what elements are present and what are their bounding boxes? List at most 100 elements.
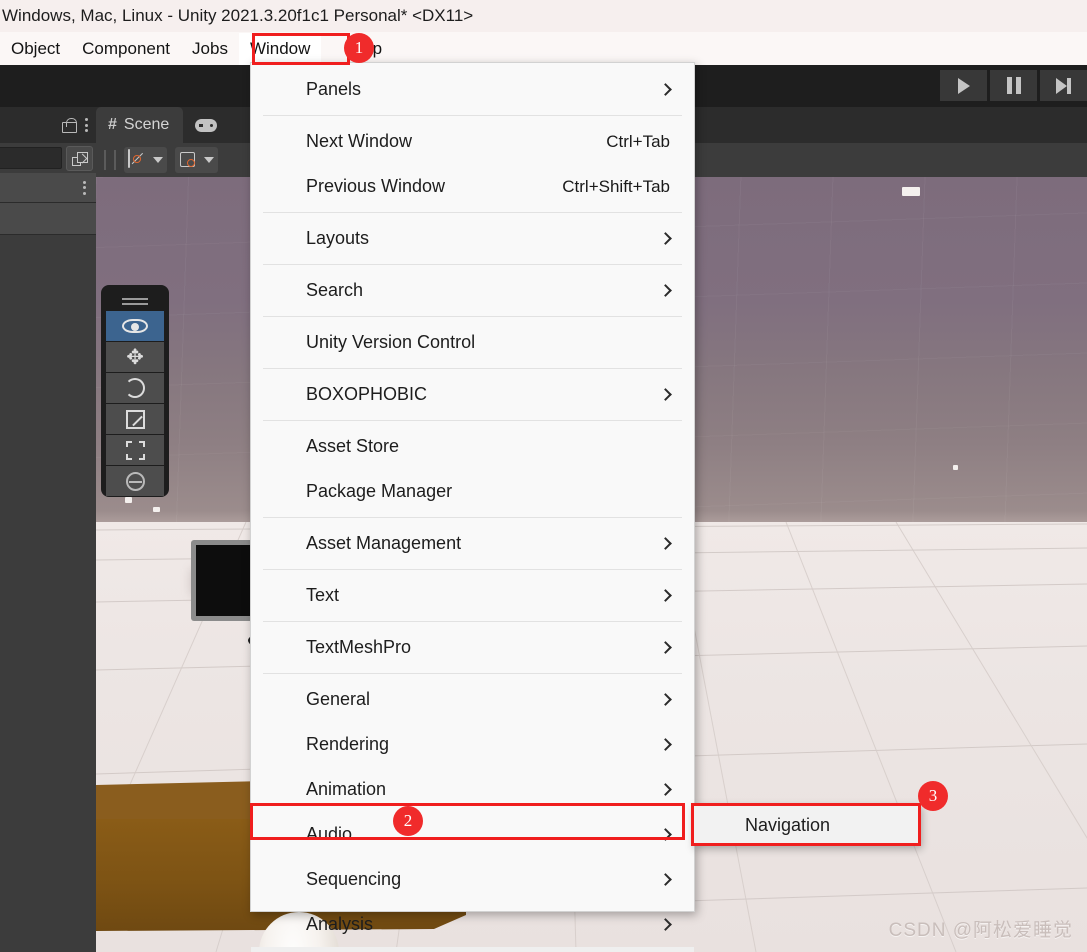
menu-item-label: Previous Window: [306, 176, 446, 196]
menu-item-unity-version-control[interactable]: Unity Version Control: [251, 320, 694, 365]
menu-item-boxophobic[interactable]: BOXOPHOBIC: [251, 372, 694, 417]
menu-separator: [263, 621, 682, 622]
menu-item-label: Unity Version Control: [306, 332, 476, 352]
menu-item-general[interactable]: General: [251, 677, 694, 722]
inspector-row-options[interactable]: [0, 173, 96, 203]
menu-item-ai[interactable]: AI: [251, 947, 694, 952]
lock-icon[interactable]: [62, 117, 77, 133]
kebab-menu-icon[interactable]: [85, 118, 88, 132]
transform-icon: [125, 471, 145, 491]
inspector-panel-header: [0, 107, 96, 143]
application-menubar: Object Component Jobs Window elp: [0, 32, 1087, 65]
chevron-down-icon: [153, 157, 163, 163]
popout-button[interactable]: [66, 146, 93, 171]
menubar-item-object[interactable]: Object: [0, 33, 71, 65]
scale-icon: [125, 409, 145, 429]
menu-item-asset-store[interactable]: Asset Store: [251, 424, 694, 469]
move-arrows-icon: ✥: [126, 345, 144, 369]
unity-editor-screenshot: Windows, Mac, Linux - Unity 2021.3.20f1c…: [0, 0, 1087, 952]
rotate-tool[interactable]: [106, 372, 164, 403]
tab-scene-label: Scene: [123, 116, 170, 133]
scale-tool[interactable]: [106, 403, 164, 434]
transform-tool[interactable]: [106, 465, 164, 496]
menu-separator: [263, 517, 682, 518]
step-icon: [1056, 77, 1071, 94]
inspector-row: [0, 203, 96, 235]
menu-item-package-manager[interactable]: Package Manager: [251, 469, 694, 514]
menu-separator: [263, 368, 682, 369]
menu-item-layouts[interactable]: Layouts: [251, 216, 694, 261]
scene-spark: [953, 465, 958, 470]
menubar-item-window[interactable]: Window: [238, 32, 322, 65]
menubar-item-component[interactable]: Component: [71, 33, 181, 65]
menubar-item-jobs[interactable]: Jobs: [181, 33, 239, 65]
menu-item-sequencing[interactable]: Sequencing: [251, 857, 694, 902]
menu-item-panels[interactable]: Panels: [251, 67, 694, 112]
menu-item-audio[interactable]: Audio: [251, 812, 694, 857]
menu-item-label: Audio: [306, 824, 353, 844]
chevron-right-icon: [659, 918, 672, 931]
draw-mode-dropdown[interactable]: [124, 147, 167, 173]
menu-separator: [263, 264, 682, 265]
palette-drag-handle[interactable]: [106, 291, 164, 311]
menu-item-next-window[interactable]: Next Window Ctrl+Tab: [251, 119, 694, 164]
step-button[interactable]: [1040, 70, 1087, 101]
view-tool[interactable]: [106, 311, 164, 341]
menu-separator: [263, 673, 682, 674]
move-tool[interactable]: ✥: [106, 341, 164, 372]
chevron-right-icon: [659, 284, 672, 297]
popout-icon: [71, 151, 88, 166]
menu-separator: [263, 316, 682, 317]
rect-tool[interactable]: [106, 434, 164, 465]
chevron-right-icon: [659, 589, 672, 602]
play-button[interactable]: [940, 70, 987, 101]
menu-item-label: Rendering: [306, 734, 390, 754]
chevron-right-icon: [659, 693, 672, 706]
menu-item-asset-management[interactable]: Asset Management: [251, 521, 694, 566]
window-title: Windows, Mac, Linux - Unity 2021.3.20f1c…: [2, 6, 474, 25]
watermark: CSDN @阿松爱睡觉: [888, 920, 1073, 941]
menu-item-label: Animation: [306, 779, 387, 799]
menu-item-label: Analysis: [306, 914, 374, 934]
step-badge-1: 1: [344, 33, 374, 63]
kebab-menu-icon[interactable]: [83, 180, 86, 195]
menu-item-analysis[interactable]: Analysis: [251, 902, 694, 947]
menu-item-shortcut: Ctrl+Shift+Tab: [562, 176, 670, 196]
window-dropdown-menu[interactable]: Panels Next Window Ctrl+Tab Previous Win…: [250, 62, 695, 952]
submenu-item-navigation[interactable]: Navigation: [745, 815, 830, 836]
scene-spark: [125, 497, 132, 503]
chevron-right-icon: [659, 738, 672, 751]
menu-item-label: Next Window: [306, 131, 413, 151]
rect-transform-icon: [125, 440, 145, 460]
menu-separator: [263, 420, 682, 421]
scene-spark: [902, 187, 920, 196]
search-input[interactable]: [0, 147, 62, 169]
menu-item-rendering[interactable]: Rendering: [251, 722, 694, 767]
gamepad-icon: [195, 118, 218, 132]
menu-item-search[interactable]: Search: [251, 268, 694, 313]
2d-3d-dropdown[interactable]: [175, 147, 218, 173]
tab-game[interactable]: [183, 107, 229, 143]
pause-button[interactable]: [990, 70, 1037, 101]
tab-scene[interactable]: # Scene: [96, 107, 184, 143]
chevron-right-icon: [659, 83, 672, 96]
shaded-mode-icon: [128, 149, 148, 170]
chevron-right-icon: [659, 537, 672, 550]
chevron-right-icon: [659, 388, 672, 401]
ai-submenu[interactable]: Navigation: [692, 804, 920, 846]
2d-3d-cube-icon: [179, 151, 199, 170]
chevron-right-icon: [659, 641, 672, 654]
toolbar-grip[interactable]: [114, 150, 116, 170]
menu-item-label: TextMeshPro: [306, 637, 412, 657]
scene-tools-palette: ✥: [101, 285, 169, 497]
play-icon: [957, 77, 970, 94]
menu-item-previous-window[interactable]: Previous Window Ctrl+Shift+Tab: [251, 164, 694, 209]
menu-item-text[interactable]: Text: [251, 573, 694, 618]
rotate-icon: [125, 378, 145, 398]
toolbar-grip[interactable]: [104, 150, 106, 170]
menu-item-label: Layouts: [306, 228, 370, 248]
menu-item-label: Panels: [306, 79, 362, 99]
menu-separator: [263, 115, 682, 116]
menu-item-textmeshpro[interactable]: TextMeshPro: [251, 625, 694, 670]
menu-item-animation[interactable]: Animation: [251, 767, 694, 812]
